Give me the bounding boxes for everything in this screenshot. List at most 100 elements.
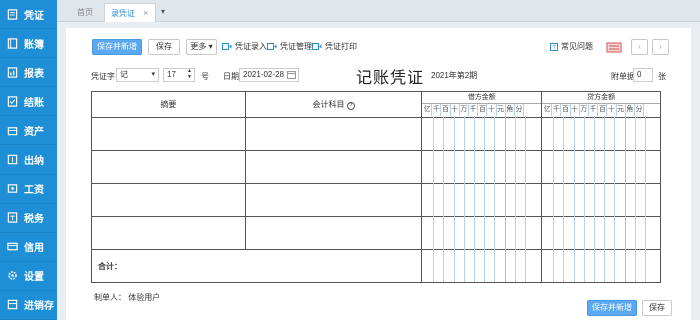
sidebar-item-settings[interactable]: 设置 (0, 262, 57, 291)
sidebar-item-label: 税务 (24, 214, 44, 226)
summary-cell[interactable] (91, 183, 246, 217)
voucher-word-select[interactable]: 记 ▾ (116, 68, 159, 82)
payroll-icon (7, 183, 18, 194)
date-label: 日期 (223, 72, 239, 81)
asset-icon (7, 125, 18, 136)
help-icon[interactable]: ? (346, 102, 355, 110)
footer-save-button[interactable]: 保存 (642, 300, 672, 316)
maker-label: 制单人： (94, 293, 126, 302)
calendar-icon (287, 70, 296, 83)
digit-column-header: 角 (626, 104, 635, 116)
tab-voucher-entry[interactable]: 录凭证 × (104, 3, 156, 22)
sidebar-item-ledger[interactable]: 账簿 (0, 29, 57, 59)
attachments-field[interactable]: 0 (633, 68, 653, 82)
maker-info: 制单人： 体验用户 (94, 292, 160, 303)
debit-cell[interactable] (421, 216, 543, 250)
prev-voucher-button[interactable]: ‹ (631, 39, 648, 55)
credit-total-cell (541, 249, 661, 283)
digit-column-header: 百 (478, 104, 488, 116)
digit-column-header: 分 (515, 104, 525, 116)
digit-column-header: 千 (552, 104, 562, 116)
digit-column-header: 千 (589, 104, 599, 116)
tab-home[interactable]: 首页 (65, 3, 105, 22)
save-button[interactable]: 保存 (148, 39, 180, 55)
sidebar-item-label: 结账 (24, 97, 44, 109)
date-value: 2021-02-28 (243, 70, 284, 79)
digit-grid-line (525, 116, 526, 282)
credit-cell[interactable] (541, 216, 661, 250)
digit-grid-line (594, 116, 595, 282)
credit-cell[interactable] (541, 183, 661, 217)
sidebar-item-report[interactable]: 报表 (0, 58, 57, 88)
sidebar-item-voucher[interactable]: 凭证 (0, 0, 57, 30)
next-voucher-button[interactable]: › (652, 39, 669, 55)
sidebar-item-payroll[interactable]: 工资 (0, 175, 57, 204)
voucher-word-label: 凭证字 (91, 72, 115, 81)
date-field[interactable]: 2021-02-28 (239, 68, 299, 82)
report-icon (7, 67, 18, 78)
debit-cell[interactable] (421, 183, 543, 217)
more-label: 更多 (190, 42, 207, 51)
digit-grid-line (624, 116, 626, 282)
debit-total-cell (421, 249, 543, 283)
entry-row (91, 216, 661, 250)
sidebar-item-label: 设置 (24, 272, 44, 284)
camera-icon (267, 43, 277, 50)
digit-grid-line (494, 116, 496, 282)
digit-column-header: 元 (497, 104, 506, 116)
credit-cell[interactable] (541, 150, 661, 184)
entry-row (91, 183, 661, 217)
sidebar-item-label: 进销存 (24, 301, 54, 313)
sidebar-item-credit[interactable]: 信用 (0, 233, 57, 262)
tab-label: 录凭证 (111, 9, 135, 18)
summary-cell[interactable] (91, 117, 246, 151)
digit-grid-line (463, 116, 465, 282)
debit-cell[interactable] (421, 117, 543, 151)
digit-column-header: 百 (561, 104, 571, 116)
voucher-print-link[interactable]: 凭证打印 (312, 41, 357, 52)
digit-grid-line (604, 116, 606, 282)
account-cell[interactable] (244, 216, 423, 250)
save-and-new-button[interactable]: 保存并新增 (92, 39, 142, 55)
sidebar-item-label: 凭证 (24, 10, 44, 22)
voucher-word-value: 记 (120, 70, 128, 79)
voucher-manage-link[interactable]: 凭证管理 (267, 41, 312, 52)
debit-digit-header: 亿千百十万千百十元角分 (423, 104, 525, 116)
digit-column-header: 万 (460, 104, 469, 116)
voucher-entry-link[interactable]: 凭证录入 (222, 41, 267, 52)
account-cell[interactable] (244, 150, 423, 184)
account-cell[interactable] (244, 117, 423, 151)
more-dropdown[interactable]: 更多 ▾ (186, 39, 217, 55)
gear-icon (7, 270, 18, 281)
accounting-period: 2021年第2期 (431, 71, 478, 80)
digit-grid-line (514, 116, 516, 282)
stepper-icon: ▲ ▼ (187, 68, 192, 80)
digit-column-header: 万 (580, 104, 589, 116)
chevron-down-icon: ▾ (208, 42, 213, 51)
summary-cell[interactable] (91, 150, 246, 184)
debit-cell[interactable] (421, 150, 543, 184)
sidebar-item-inventory[interactable]: 进销存 (0, 291, 57, 320)
chevron-down-icon: ▾ (151, 71, 155, 78)
sidebar-item-cashier[interactable]: 出纳 (0, 145, 57, 175)
voucher-entry-label: 凭证录入 (235, 42, 267, 51)
summary-cell[interactable] (91, 216, 246, 250)
sidebar-item-tax[interactable]: 税务 (0, 204, 57, 233)
keyboard-icon[interactable] (606, 40, 622, 54)
tab-dropdown-icon[interactable]: ▾ (157, 5, 169, 19)
digit-grid-line (433, 116, 435, 282)
credit-cell[interactable] (541, 117, 661, 151)
digit-column-header: 十 (571, 104, 580, 116)
faq-link[interactable]: ? 常见问题 (550, 41, 593, 52)
help-icon: ? (550, 42, 558, 51)
attachments-suffix: 张 (658, 72, 666, 81)
voucher-number-stepper[interactable]: 17 ▲ ▼ (163, 68, 195, 82)
sidebar-item-label: 信用 (24, 243, 44, 255)
sidebar-item-closing[interactable]: 结账 (0, 87, 57, 117)
sidebar-item-asset[interactable]: 资产 (0, 116, 57, 146)
digit-column-header: 十 (487, 104, 497, 116)
close-icon[interactable]: × (143, 8, 148, 18)
footer-save-and-new-button[interactable]: 保存并新增 (587, 300, 637, 316)
summary-header-label: 摘要 (160, 100, 177, 109)
account-cell[interactable] (244, 183, 423, 217)
